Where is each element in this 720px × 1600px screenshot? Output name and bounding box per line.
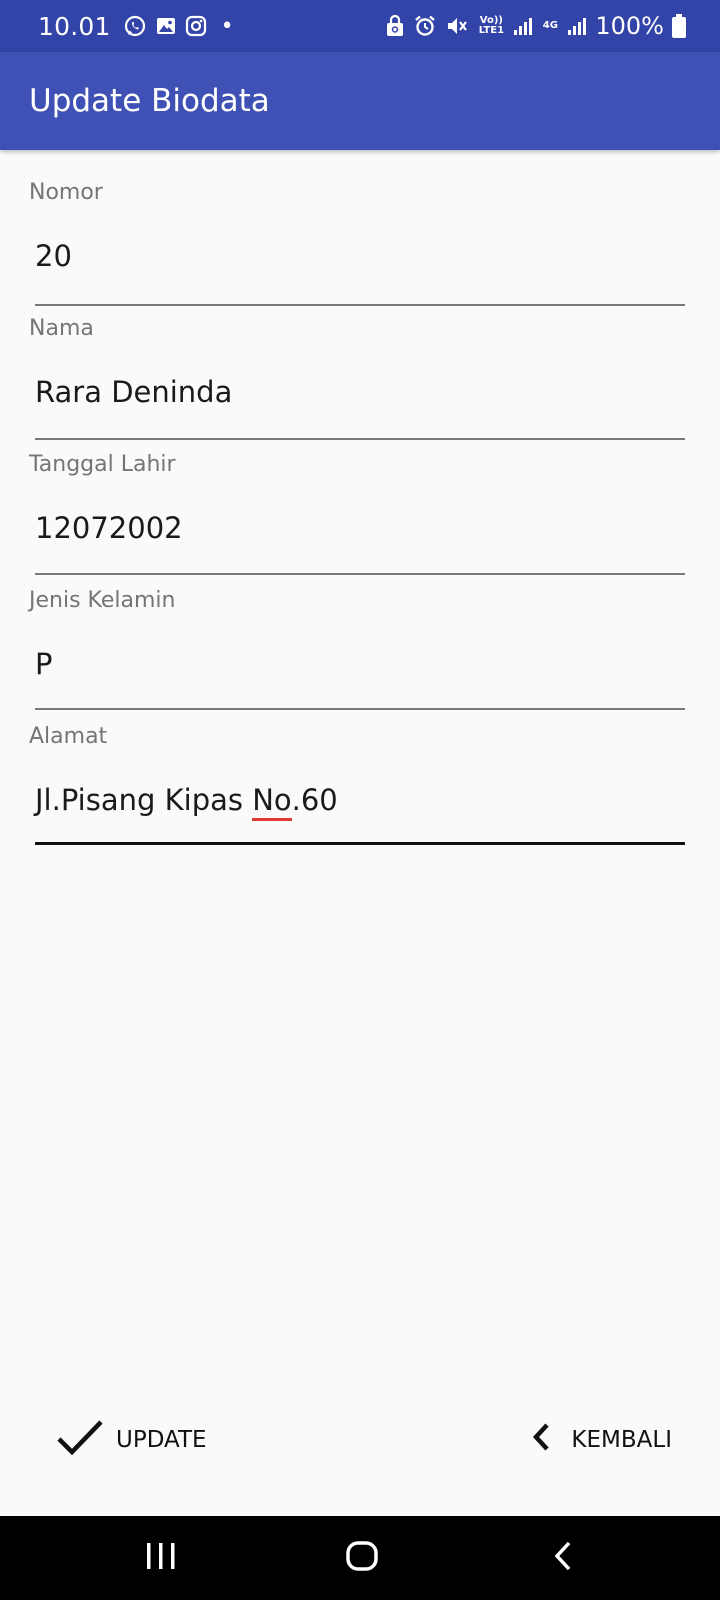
jenis-kelamin-underline xyxy=(35,708,685,710)
navigation-bar xyxy=(0,1516,720,1600)
update-button[interactable]: UPDATE xyxy=(56,1400,207,1480)
kembali-button[interactable]: KEMBALI xyxy=(529,1400,672,1480)
status-bar-right: Vo)) LTE1 4G 100% xyxy=(385,12,686,40)
update-label: UPDATE xyxy=(116,1427,207,1453)
alamat-underline xyxy=(35,842,685,845)
alamat-value-end: .60 xyxy=(291,783,338,817)
home-icon xyxy=(345,1539,379,1577)
nama-input[interactable] xyxy=(35,366,685,418)
kembali-label: KEMBALI xyxy=(571,1427,672,1453)
alarm-icon xyxy=(413,14,437,38)
signal-1-icon xyxy=(513,16,533,36)
battery-percent: 100% xyxy=(595,12,664,40)
battery-icon xyxy=(672,14,686,38)
recent-apps-button[interactable] xyxy=(101,1516,221,1600)
chevron-left-icon xyxy=(529,1421,553,1459)
status-bar: 10.01 • Vo)) LTE1 4G 100% xyxy=(0,0,720,52)
jenis-kelamin-input[interactable] xyxy=(35,638,685,690)
nama-underline xyxy=(35,438,685,440)
status-bar-left: 10.01 • xyxy=(38,12,234,41)
app-bar: Update Biodata xyxy=(0,52,720,150)
status-time: 10.01 xyxy=(38,11,111,41)
notification-dot-icon: • xyxy=(220,13,234,39)
nama-label: Nama xyxy=(29,316,94,341)
whatsapp-icon xyxy=(123,14,147,38)
nomor-underline xyxy=(35,304,685,306)
mute-icon xyxy=(445,14,469,38)
jenis-kelamin-label: Jenis Kelamin xyxy=(29,588,176,613)
back-button[interactable] xyxy=(503,1516,623,1600)
recent-apps-icon xyxy=(145,1541,177,1575)
alamat-input[interactable]: Jl.Pisang Kipas No.60 xyxy=(35,774,685,826)
tanggal-lahir-underline xyxy=(35,573,685,575)
home-button[interactable] xyxy=(302,1516,422,1600)
lock-recycle-icon xyxy=(385,15,405,37)
alamat-label: Alamat xyxy=(29,724,108,749)
signal-2-icon xyxy=(567,16,587,36)
tanggal-lahir-input[interactable] xyxy=(35,502,685,554)
misspelled-word: No xyxy=(252,783,292,817)
gallery-icon xyxy=(155,15,177,37)
page-title: Update Biodata xyxy=(29,83,270,119)
check-icon xyxy=(56,1417,104,1463)
tanggal-lahir-label: Tanggal Lahir xyxy=(29,452,176,477)
nomor-input[interactable] xyxy=(35,230,685,282)
back-icon xyxy=(551,1539,575,1577)
alamat-value-start: Jl.Pisang Kipas xyxy=(35,783,253,817)
instagram-icon xyxy=(185,15,207,37)
nomor-label: Nomor xyxy=(29,180,103,205)
volte-label: Vo)) LTE1 xyxy=(478,15,505,36)
network-type-label: 4G xyxy=(542,20,558,31)
bottom-actions: UPDATE KEMBALI xyxy=(0,1400,720,1480)
